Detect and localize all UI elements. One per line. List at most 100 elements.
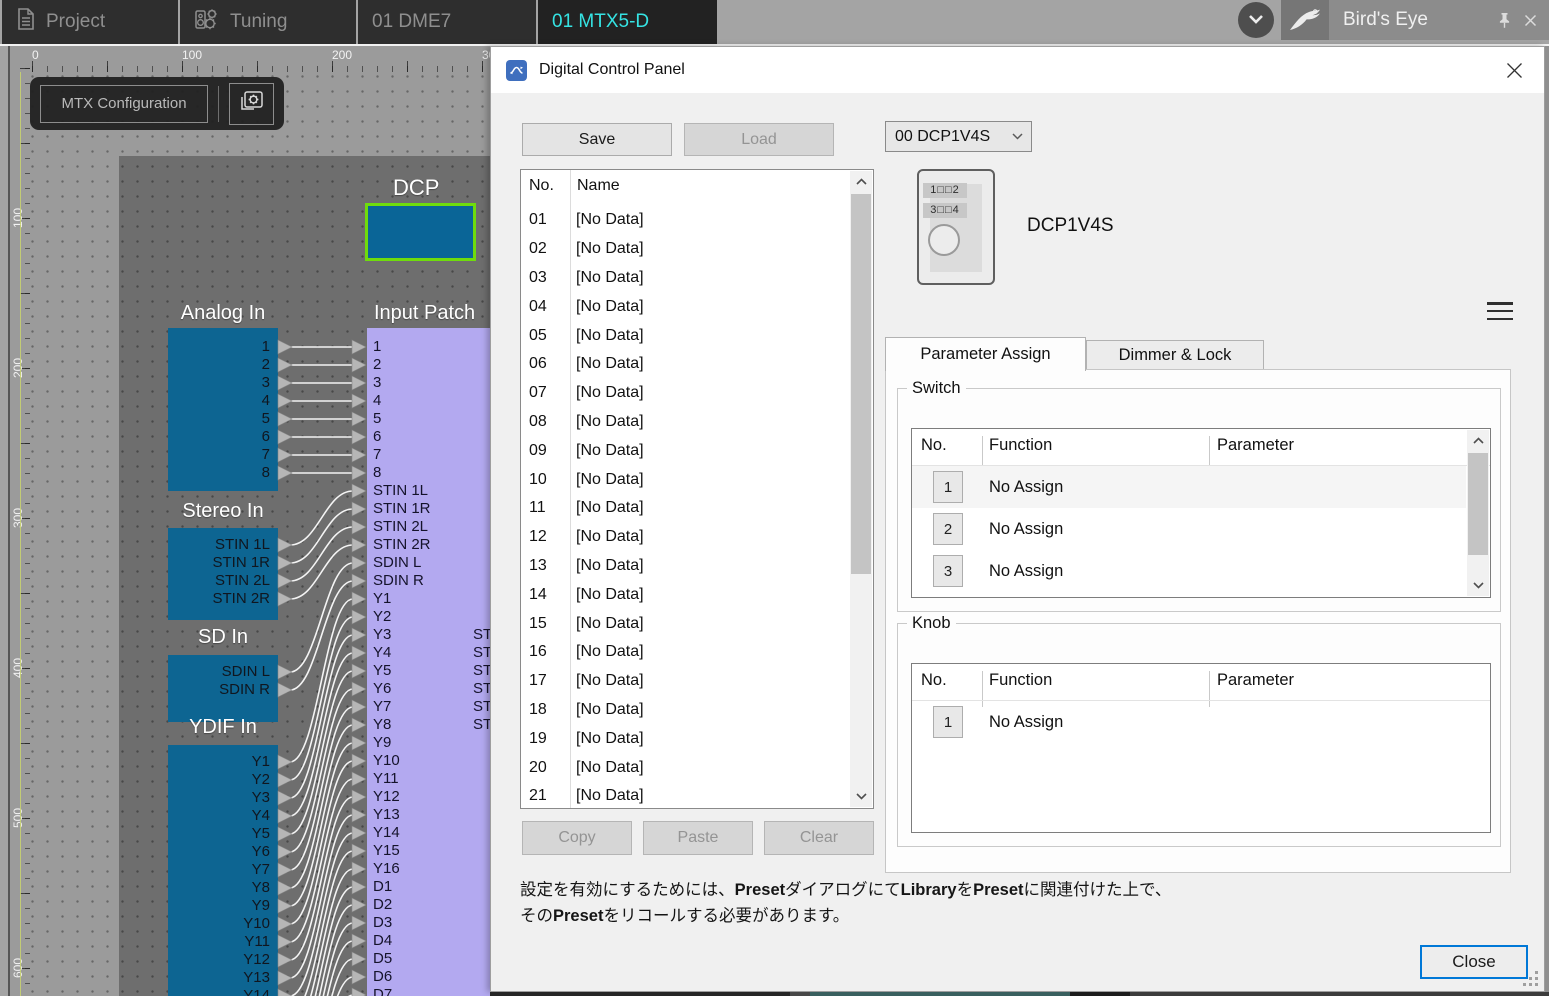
library-row[interactable]: 06 [No Data] bbox=[521, 350, 850, 379]
scroll-down-button[interactable] bbox=[850, 786, 872, 807]
paste-button[interactable]: Paste bbox=[643, 821, 753, 855]
library-row[interactable]: 01 [No Data] bbox=[521, 206, 850, 235]
port-label: STIN 1L bbox=[367, 482, 490, 500]
ydif-in-block[interactable]: Y1Y2Y3Y4Y5Y6Y7Y8Y9Y10Y11Y12Y13Y14 bbox=[168, 745, 278, 996]
library-row[interactable]: 05 [No Data] bbox=[521, 321, 850, 350]
scroll-up-button[interactable] bbox=[850, 171, 872, 192]
library-row[interactable]: 20 [No Data] bbox=[521, 753, 850, 782]
switch-row[interactable]: 4 bbox=[912, 592, 1466, 598]
scrollbar-thumb[interactable] bbox=[851, 194, 871, 574]
library-row[interactable]: 21 [No Data] bbox=[521, 782, 850, 809]
switch-table-scrollbar[interactable] bbox=[1467, 430, 1489, 596]
library-row[interactable]: 07 [No Data] bbox=[521, 379, 850, 408]
collapse-toolbar-button[interactable] bbox=[1238, 2, 1274, 38]
mtx-configuration-button[interactable]: MTX Configuration bbox=[40, 85, 208, 123]
switch-row[interactable]: 3 No Assign bbox=[912, 550, 1466, 592]
column-header-no: No. bbox=[529, 177, 554, 195]
library-row[interactable]: 11 [No Data] bbox=[521, 494, 850, 523]
library-row[interactable]: 18 [No Data] bbox=[521, 696, 850, 725]
port-label: 8 bbox=[168, 464, 278, 482]
stereo-in-block[interactable]: STIN 1LSTIN 1RSTIN 2LSTIN 2R bbox=[168, 528, 278, 620]
resize-grip[interactable] bbox=[1522, 970, 1538, 986]
library-row[interactable]: 19 [No Data] bbox=[521, 724, 850, 753]
switch-row[interactable]: 2 No Assign bbox=[912, 508, 1466, 550]
switch-table: No. Function Parameter 1 No Assign bbox=[911, 428, 1491, 598]
tab-01-mtx5-d[interactable]: 01 MTX5-D bbox=[538, 0, 717, 44]
analog-in-block[interactable]: 12345678 bbox=[168, 328, 278, 491]
scroll-down-button[interactable] bbox=[1467, 575, 1489, 596]
hamburger-menu-icon[interactable] bbox=[1487, 299, 1513, 323]
note-line-2: そのPresetをリコールする必要があります。 bbox=[520, 903, 1220, 929]
device-config-icon-button[interactable] bbox=[229, 83, 274, 125]
library-row-number: 03 bbox=[521, 269, 569, 287]
knob-group: Knob No. Function Parameter 1 bbox=[897, 623, 1501, 847]
port-label: STIN 1R bbox=[367, 500, 490, 518]
sd-in-block[interactable]: SDIN LSDIN R bbox=[168, 655, 278, 722]
library-row-name: [No Data] bbox=[569, 298, 644, 316]
library-row[interactable]: 10 [No Data] bbox=[521, 465, 850, 494]
port-label: Y1 bbox=[367, 590, 490, 608]
port-label: Y5 bbox=[168, 825, 278, 843]
library-row-number: 12 bbox=[521, 528, 569, 546]
ruler-label: 0 bbox=[32, 48, 39, 62]
port-label: 4 bbox=[168, 392, 278, 410]
device-select-dropdown[interactable]: 00 DCP1V4S bbox=[885, 121, 1032, 152]
knob-group-label: Knob bbox=[907, 614, 956, 633]
port-label: 1 bbox=[168, 338, 278, 356]
port-label: D2 bbox=[367, 896, 490, 914]
switch-number-chip[interactable]: 1 bbox=[933, 471, 963, 503]
tab-dimmer-and-lock[interactable]: Dimmer & Lock bbox=[1086, 340, 1264, 371]
port-label: D5 bbox=[367, 950, 490, 968]
knob-number-chip[interactable]: 1 bbox=[933, 706, 963, 738]
save-button[interactable]: Save bbox=[522, 123, 672, 156]
library-row[interactable]: 12 [No Data] bbox=[521, 523, 850, 552]
library-row[interactable]: 17 [No Data] bbox=[521, 667, 850, 696]
switch-number-chip[interactable]: 4 bbox=[933, 597, 963, 598]
close-icon[interactable] bbox=[1517, 14, 1543, 27]
project-document-icon bbox=[16, 7, 36, 37]
library-row[interactable]: 15 [No Data] bbox=[521, 609, 850, 638]
switch-number-chip[interactable]: 2 bbox=[933, 513, 963, 545]
copy-button[interactable]: Copy bbox=[522, 821, 632, 855]
scrollbar-thumb[interactable] bbox=[1468, 453, 1488, 555]
tab-01-dme7[interactable]: 01 DME7 bbox=[358, 0, 536, 44]
library-row-number: 04 bbox=[521, 298, 569, 316]
library-row[interactable]: 16 [No Data] bbox=[521, 638, 850, 667]
library-row[interactable]: 02 [No Data] bbox=[521, 235, 850, 264]
tab-parameter-assign[interactable]: Parameter Assign bbox=[885, 337, 1086, 371]
port-label: Y14 bbox=[367, 824, 490, 842]
port-label: 4 bbox=[367, 392, 490, 410]
knob-row[interactable]: 1 No Assign bbox=[912, 701, 1466, 743]
knob-function-value: No Assign bbox=[989, 713, 1063, 732]
library-scrollbar[interactable] bbox=[850, 171, 872, 807]
port-label: Y12 bbox=[168, 951, 278, 969]
tab-project[interactable]: Project bbox=[2, 0, 178, 44]
switch-row[interactable]: 1 No Assign bbox=[912, 466, 1466, 508]
switch-rows: 1 No Assign 2 No Assign 3 No Assig bbox=[912, 466, 1466, 598]
close-button[interactable]: Close bbox=[1420, 945, 1528, 979]
clear-button[interactable]: Clear bbox=[764, 821, 874, 855]
switch-number-chip[interactable]: 3 bbox=[933, 555, 963, 587]
input-patch-block[interactable]: 12345678STIN 1LSTIN 1RSTIN 2LSTIN 2RSDIN… bbox=[367, 328, 490, 996]
library-row[interactable]: 03 [No Data] bbox=[521, 264, 850, 293]
column-header-function: Function bbox=[989, 436, 1052, 455]
library-row[interactable]: 14 [No Data] bbox=[521, 580, 850, 609]
scroll-up-button[interactable] bbox=[1467, 430, 1489, 451]
knob-rows: 1 No Assign bbox=[912, 701, 1466, 743]
port-label: Y10 bbox=[168, 915, 278, 933]
load-button[interactable]: Load bbox=[684, 123, 834, 156]
pin-icon[interactable] bbox=[1491, 12, 1517, 29]
library-row[interactable]: 09 [No Data] bbox=[521, 436, 850, 465]
dialog-close-button[interactable] bbox=[1496, 52, 1532, 88]
dcp-block-selected[interactable] bbox=[365, 203, 476, 261]
library-row[interactable]: 08 [No Data] bbox=[521, 408, 850, 437]
tuning-gears-icon bbox=[194, 6, 220, 38]
library-row-number: 06 bbox=[521, 355, 569, 373]
dialog-titlebar[interactable]: Digital Control Panel bbox=[491, 47, 1544, 93]
tab-tuning[interactable]: Tuning bbox=[180, 0, 356, 44]
library-row-name: [No Data] bbox=[569, 355, 644, 373]
library-row[interactable]: 04 [No Data] bbox=[521, 292, 850, 321]
ruler-label: 400 bbox=[11, 658, 25, 678]
library-rows: 01 [No Data] 02 [No Data] 03 [No Data] bbox=[521, 206, 850, 809]
library-row[interactable]: 13 [No Data] bbox=[521, 552, 850, 581]
